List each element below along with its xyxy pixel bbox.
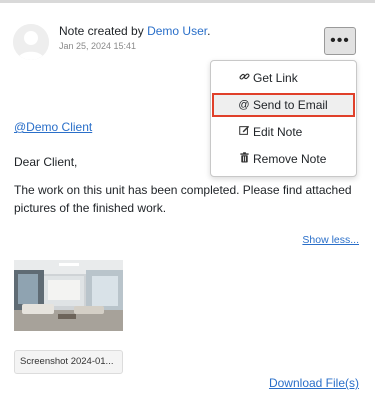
menu-item-remove-note[interactable]: Remove Note <box>213 148 354 170</box>
attachment-thumbnail[interactable] <box>14 260 123 331</box>
note-actions-button[interactable]: ••• <box>324 27 356 55</box>
menu-item-get-link[interactable]: Get Link <box>213 67 354 89</box>
client-mention-link[interactable]: @Demo Client <box>14 120 92 134</box>
link-icon <box>238 71 250 85</box>
note-greeting: Dear Client, <box>14 155 78 169</box>
show-less-link[interactable]: Show less... <box>302 234 359 246</box>
menu-item-label: Edit Note <box>253 125 303 139</box>
edit-icon <box>238 125 250 139</box>
attachment-file-chip[interactable]: Screenshot 2024-01... <box>14 350 123 374</box>
created-by-prefix: Note created by <box>59 24 148 38</box>
menu-item-label: Send to Email <box>253 98 328 112</box>
menu-item-label: Remove Note <box>253 152 327 166</box>
user-placeholder-icon <box>13 24 49 60</box>
created-by-suffix: . <box>207 24 211 38</box>
note-timestamp: Jan 25, 2024 15:41 <box>59 41 137 51</box>
menu-item-label: Get Link <box>253 71 298 85</box>
note-header: Note created by Demo User. <box>59 24 210 38</box>
trash-icon <box>238 152 250 166</box>
menu-item-send-to-email[interactable]: @ Send to Email <box>212 93 355 117</box>
ellipsis-horizontal-icon: ••• <box>330 32 350 49</box>
note-actions-menu: Get Link @ Send to Email Edit Note Remov… <box>210 60 357 177</box>
at-icon: @ <box>238 99 250 111</box>
menu-item-edit-note[interactable]: Edit Note <box>213 121 354 143</box>
avatar <box>13 24 49 60</box>
note-body: The work on this unit has been completed… <box>14 183 352 215</box>
top-divider <box>0 0 375 3</box>
author-link[interactable]: Demo User <box>147 24 207 38</box>
download-files-link[interactable]: Download File(s) <box>269 376 359 390</box>
